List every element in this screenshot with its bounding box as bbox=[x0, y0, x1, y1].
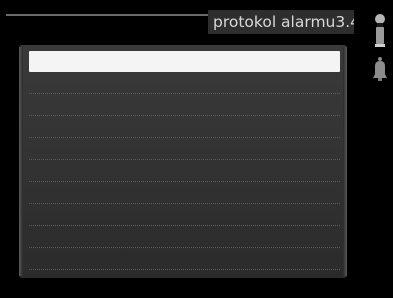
alarm-log-list bbox=[29, 51, 340, 271]
alarm-log-row[interactable] bbox=[29, 139, 340, 160]
page-title-bar: protokol alarmu3.4 bbox=[208, 10, 354, 34]
alarm-log-row[interactable] bbox=[29, 161, 340, 182]
menu-number: 3.4 bbox=[335, 13, 354, 31]
status-icons-svg bbox=[373, 14, 387, 81]
alarm-log-row[interactable] bbox=[29, 117, 340, 138]
thermometer-icon bbox=[375, 14, 385, 47]
panel-right-edge bbox=[343, 47, 347, 276]
alarm-log-row[interactable] bbox=[29, 95, 340, 116]
alarm-log-row-selected[interactable] bbox=[29, 51, 340, 72]
page-title: protokol alarmu bbox=[213, 13, 336, 31]
alarm-log-row[interactable] bbox=[29, 183, 340, 204]
status-icons bbox=[368, 8, 392, 88]
panel-left-edge bbox=[19, 47, 23, 276]
alarm-log-row[interactable] bbox=[29, 205, 340, 226]
alarm-log-row[interactable] bbox=[29, 249, 340, 270]
header-divider bbox=[6, 14, 208, 16]
alarm-log-row[interactable] bbox=[29, 227, 340, 248]
alarm-log-row[interactable] bbox=[29, 73, 340, 94]
alarm-log-panel bbox=[19, 45, 347, 278]
bell-icon bbox=[373, 57, 387, 81]
